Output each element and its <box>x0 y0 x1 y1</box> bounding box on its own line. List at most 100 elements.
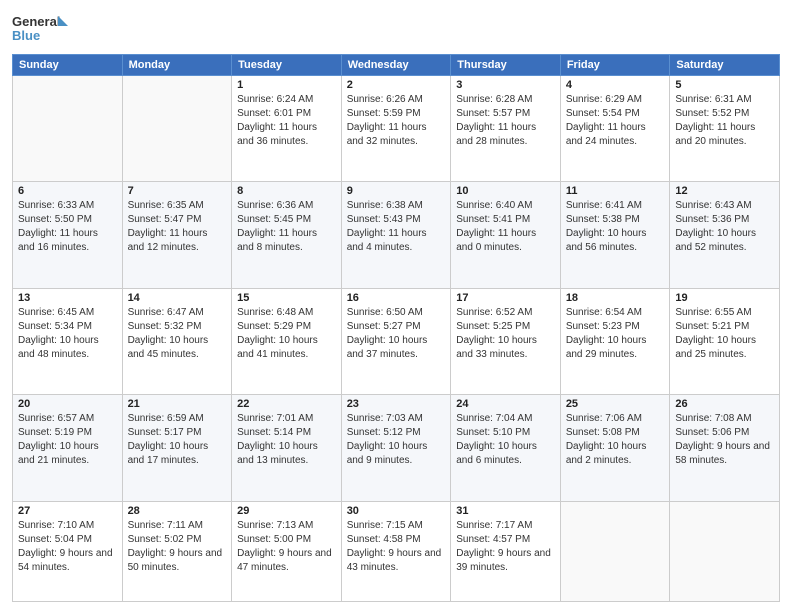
calendar-cell: 6 Sunrise: 6:33 AM Sunset: 5:50 PM Daylig… <box>13 182 123 288</box>
day-number: 10 <box>456 185 555 197</box>
calendar-cell: 7 Sunrise: 6:35 AM Sunset: 5:47 PM Daylig… <box>122 182 232 288</box>
day-number: 28 <box>128 505 227 517</box>
weekday-header-tuesday: Tuesday <box>232 55 342 76</box>
day-info: Sunrise: 6:40 AM Sunset: 5:41 PM Dayligh… <box>456 199 555 255</box>
calendar-cell: 14 Sunrise: 6:47 AM Sunset: 5:32 PM Dayli… <box>122 288 232 394</box>
day-number: 22 <box>237 398 336 410</box>
day-number: 26 <box>675 398 774 410</box>
day-number: 12 <box>675 185 774 197</box>
day-info: Sunrise: 7:04 AM Sunset: 5:10 PM Dayligh… <box>456 412 555 468</box>
day-number: 27 <box>18 505 117 517</box>
day-info: Sunrise: 7:11 AM Sunset: 5:02 PM Dayligh… <box>128 519 227 575</box>
calendar-cell: 30 Sunrise: 7:15 AM Sunset: 4:58 PM Dayli… <box>341 501 451 601</box>
day-number: 20 <box>18 398 117 410</box>
calendar-cell: 18 Sunrise: 6:54 AM Sunset: 5:23 PM Dayli… <box>560 288 670 394</box>
calendar-cell: 15 Sunrise: 6:48 AM Sunset: 5:29 PM Dayli… <box>232 288 342 394</box>
calendar-cell: 21 Sunrise: 6:59 AM Sunset: 5:17 PM Dayli… <box>122 395 232 501</box>
calendar-cell <box>670 501 780 601</box>
calendar-cell: 8 Sunrise: 6:36 AM Sunset: 5:45 PM Daylig… <box>232 182 342 288</box>
calendar-cell <box>122 76 232 182</box>
calendar-cell: 5 Sunrise: 6:31 AM Sunset: 5:52 PM Daylig… <box>670 76 780 182</box>
calendar-cell: 16 Sunrise: 6:50 AM Sunset: 5:27 PM Dayli… <box>341 288 451 394</box>
day-info: Sunrise: 6:43 AM Sunset: 5:36 PM Dayligh… <box>675 199 774 255</box>
day-number: 13 <box>18 292 117 304</box>
day-number: 21 <box>128 398 227 410</box>
weekday-header-wednesday: Wednesday <box>341 55 451 76</box>
week-row-1: 1Sunrise: 6:24 AM Sunset: 6:01 PM Daylig… <box>13 76 780 182</box>
calendar-cell: 17 Sunrise: 6:52 AM Sunset: 5:25 PM Dayli… <box>451 288 561 394</box>
day-number: 2 <box>347 79 446 91</box>
week-row-4: 20 Sunrise: 6:57 AM Sunset: 5:19 PM Dayli… <box>13 395 780 501</box>
calendar-cell: 29 Sunrise: 7:13 AM Sunset: 5:00 PM Dayli… <box>232 501 342 601</box>
day-info: Sunrise: 7:01 AM Sunset: 5:14 PM Dayligh… <box>237 412 336 468</box>
day-number: 29 <box>237 505 336 517</box>
day-info: Sunrise: 6:59 AM Sunset: 5:17 PM Dayligh… <box>128 412 227 468</box>
weekday-header-friday: Friday <box>560 55 670 76</box>
day-number: 23 <box>347 398 446 410</box>
svg-text:General: General <box>12 14 60 29</box>
calendar-table: SundayMondayTuesdayWednesdayThursdayFrid… <box>12 54 780 602</box>
day-number: 18 <box>566 292 665 304</box>
weekday-header-saturday: Saturday <box>670 55 780 76</box>
calendar-cell: 22 Sunrise: 7:01 AM Sunset: 5:14 PM Dayli… <box>232 395 342 501</box>
calendar-cell: 19 Sunrise: 6:55 AM Sunset: 5:21 PM Dayli… <box>670 288 780 394</box>
day-info: Sunrise: 7:10 AM Sunset: 5:04 PM Dayligh… <box>18 519 117 575</box>
calendar-cell <box>13 76 123 182</box>
week-row-5: 27 Sunrise: 7:10 AM Sunset: 5:04 PM Dayli… <box>13 501 780 601</box>
day-info: Sunrise: 6:36 AM Sunset: 5:45 PM Dayligh… <box>237 199 336 255</box>
day-number: 19 <box>675 292 774 304</box>
calendar-cell: 31Sunrise: 7:17 AM Sunset: 4:57 PM Dayli… <box>451 501 561 601</box>
day-info: Sunrise: 6:35 AM Sunset: 5:47 PM Dayligh… <box>128 199 227 255</box>
day-number: 7 <box>128 185 227 197</box>
day-info: Sunrise: 6:24 AM Sunset: 6:01 PM Dayligh… <box>237 93 336 149</box>
day-info: Sunrise: 6:28 AM Sunset: 5:57 PM Dayligh… <box>456 93 555 149</box>
day-info: Sunrise: 7:17 AM Sunset: 4:57 PM Dayligh… <box>456 519 555 575</box>
calendar-cell: 12 Sunrise: 6:43 AM Sunset: 5:36 PM Dayli… <box>670 182 780 288</box>
day-number: 14 <box>128 292 227 304</box>
day-number: 5 <box>675 79 774 91</box>
day-number: 15 <box>237 292 336 304</box>
day-info: Sunrise: 6:31 AM Sunset: 5:52 PM Dayligh… <box>675 93 774 149</box>
calendar-cell <box>560 501 670 601</box>
calendar-cell: 2Sunrise: 6:26 AM Sunset: 5:59 PM Daylig… <box>341 76 451 182</box>
day-number: 11 <box>566 185 665 197</box>
day-info: Sunrise: 6:50 AM Sunset: 5:27 PM Dayligh… <box>347 306 446 362</box>
header: GeneralBlue <box>12 10 780 46</box>
day-info: Sunrise: 7:03 AM Sunset: 5:12 PM Dayligh… <box>347 412 446 468</box>
calendar-cell: 13 Sunrise: 6:45 AM Sunset: 5:34 PM Dayli… <box>13 288 123 394</box>
calendar-cell: 26Sunrise: 7:08 AM Sunset: 5:06 PM Dayli… <box>670 395 780 501</box>
day-info: Sunrise: 7:06 AM Sunset: 5:08 PM Dayligh… <box>566 412 665 468</box>
day-info: Sunrise: 6:47 AM Sunset: 5:32 PM Dayligh… <box>128 306 227 362</box>
day-info: Sunrise: 7:13 AM Sunset: 5:00 PM Dayligh… <box>237 519 336 575</box>
week-row-2: 6 Sunrise: 6:33 AM Sunset: 5:50 PM Daylig… <box>13 182 780 288</box>
day-number: 3 <box>456 79 555 91</box>
day-number: 6 <box>18 185 117 197</box>
day-info: Sunrise: 6:54 AM Sunset: 5:23 PM Dayligh… <box>566 306 665 362</box>
calendar-cell: 4Sunrise: 6:29 AM Sunset: 5:54 PM Daylig… <box>560 76 670 182</box>
calendar-cell: 10 Sunrise: 6:40 AM Sunset: 5:41 PM Dayli… <box>451 182 561 288</box>
page: GeneralBlue SundayMondayTuesdayWednesday… <box>0 0 792 612</box>
day-info: Sunrise: 6:45 AM Sunset: 5:34 PM Dayligh… <box>18 306 117 362</box>
day-info: Sunrise: 6:33 AM Sunset: 5:50 PM Dayligh… <box>18 199 117 255</box>
day-number: 30 <box>347 505 446 517</box>
day-number: 16 <box>347 292 446 304</box>
week-row-3: 13 Sunrise: 6:45 AM Sunset: 5:34 PM Dayli… <box>13 288 780 394</box>
day-info: Sunrise: 6:48 AM Sunset: 5:29 PM Dayligh… <box>237 306 336 362</box>
day-number: 8 <box>237 185 336 197</box>
day-info: Sunrise: 7:15 AM Sunset: 4:58 PM Dayligh… <box>347 519 446 575</box>
svg-text:Blue: Blue <box>12 28 40 43</box>
day-number: 17 <box>456 292 555 304</box>
calendar-cell: 3 Sunrise: 6:28 AM Sunset: 5:57 PM Daylig… <box>451 76 561 182</box>
day-info: Sunrise: 6:55 AM Sunset: 5:21 PM Dayligh… <box>675 306 774 362</box>
day-info: Sunrise: 6:57 AM Sunset: 5:19 PM Dayligh… <box>18 412 117 468</box>
weekday-header-row: SundayMondayTuesdayWednesdayThursdayFrid… <box>13 55 780 76</box>
weekday-header-thursday: Thursday <box>451 55 561 76</box>
day-number: 25 <box>566 398 665 410</box>
weekday-header-sunday: Sunday <box>13 55 123 76</box>
calendar-cell: 1Sunrise: 6:24 AM Sunset: 6:01 PM Daylig… <box>232 76 342 182</box>
day-info: Sunrise: 6:29 AM Sunset: 5:54 PM Dayligh… <box>566 93 665 149</box>
calendar-cell: 25 Sunrise: 7:06 AM Sunset: 5:08 PM Dayli… <box>560 395 670 501</box>
day-info: Sunrise: 6:52 AM Sunset: 5:25 PM Dayligh… <box>456 306 555 362</box>
day-number: 24 <box>456 398 555 410</box>
day-info: Sunrise: 6:38 AM Sunset: 5:43 PM Dayligh… <box>347 199 446 255</box>
